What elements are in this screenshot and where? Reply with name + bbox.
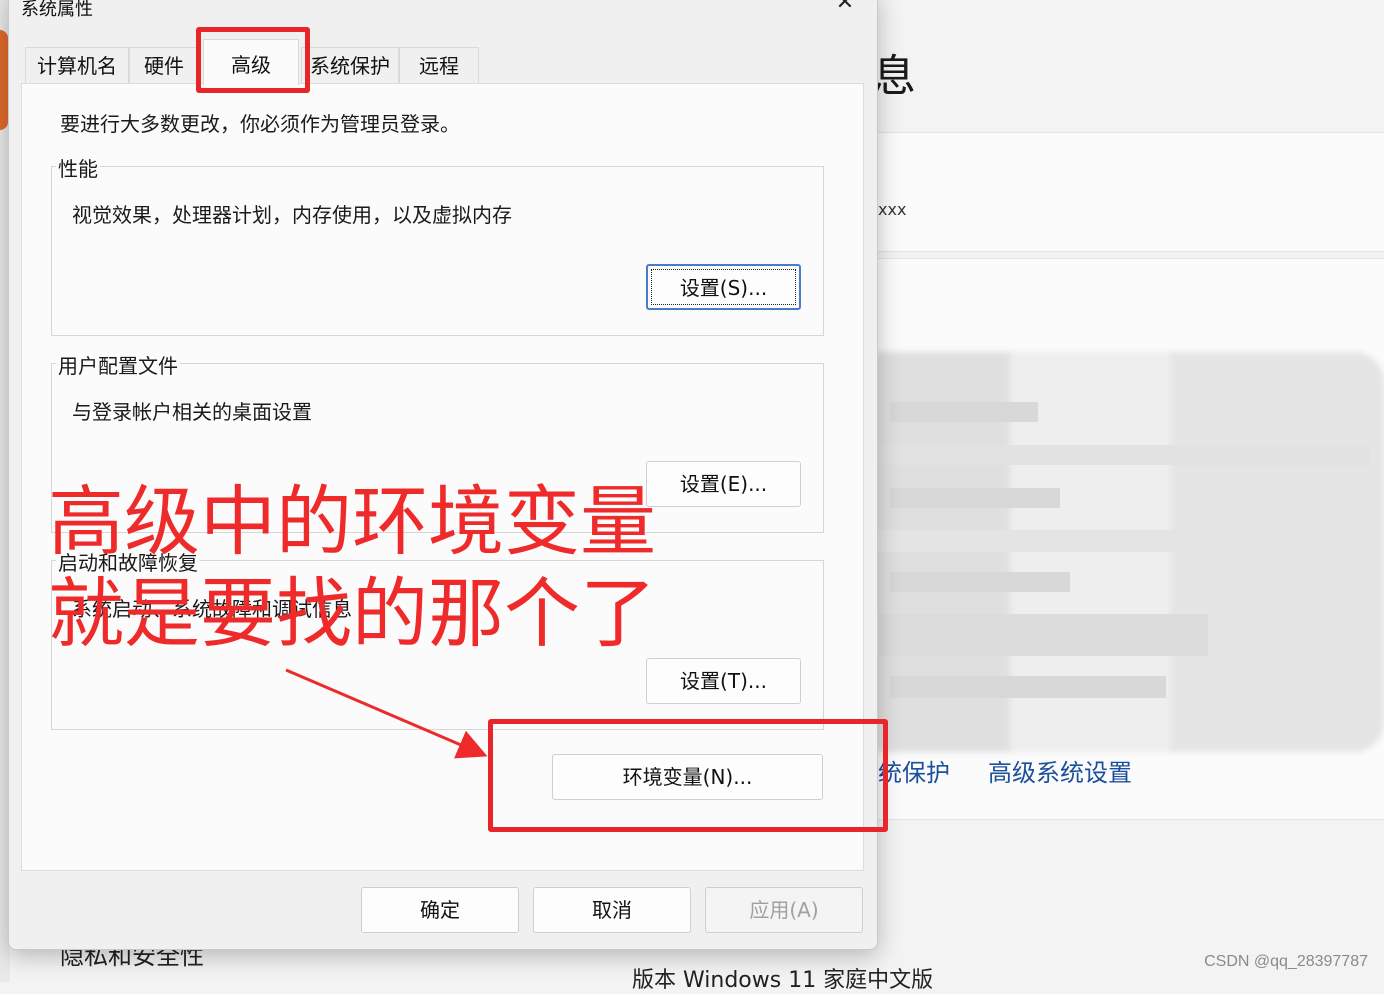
annotation-arrow [285, 668, 488, 759]
tab-advanced[interactable]: 高级 [203, 39, 299, 85]
arrow-line [285, 668, 488, 759]
